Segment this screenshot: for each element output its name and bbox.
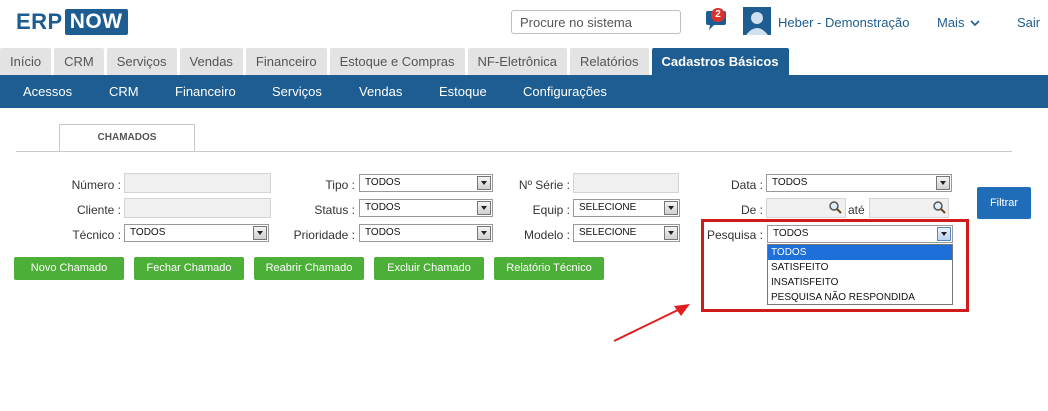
subnav-vendas[interactable]: Vendas (359, 84, 402, 99)
tecnico-label: Técnico : (72, 228, 121, 242)
dropdown-arrow-icon (664, 226, 678, 240)
tab-nf-eletronica[interactable]: NF-Eletrônica (467, 48, 567, 75)
serie-input[interactable] (573, 173, 679, 193)
cliente-label: Cliente : (76, 203, 121, 217)
tecnico-select[interactable]: TODOS (124, 224, 269, 242)
modelo-select[interactable]: SELECIONE (573, 224, 680, 242)
serie-label: Nº Série : (518, 178, 570, 192)
status-label: Status : (314, 203, 355, 217)
dropdown-arrow-icon (477, 176, 491, 190)
more-label: Mais (937, 15, 965, 30)
modelo-label: Modelo : (523, 228, 570, 242)
prioridade-select[interactable]: TODOS (359, 224, 493, 242)
prioridade-value: TODOS (365, 227, 401, 238)
subnav-acessos[interactable]: Acessos (23, 84, 72, 99)
logo-now: NOW (64, 9, 128, 35)
section-divider (16, 151, 1012, 152)
numero-input[interactable] (124, 173, 271, 193)
avatar[interactable] (743, 7, 771, 35)
dropdown-arrow-icon (477, 226, 491, 240)
data-label: Data : (730, 178, 763, 192)
delete-ticket-button[interactable]: Excluir Chamado (374, 257, 484, 280)
tab-estoque-compras[interactable]: Estoque e Compras (329, 48, 465, 75)
tab-servicos[interactable]: Serviços (106, 48, 177, 75)
tab-cadastros-basicos[interactable]: Cadastros Básicos (651, 48, 789, 75)
dropdown-arrow-icon (664, 201, 678, 215)
tab-financeiro[interactable]: Financeiro (245, 48, 327, 75)
tipo-label: Tipo : (325, 178, 355, 192)
data-value: TODOS (772, 177, 808, 188)
tecnico-value: TODOS (130, 227, 166, 238)
arrow-annotation-icon (613, 304, 690, 342)
equip-label: Equip : (532, 203, 570, 217)
tab-chamados[interactable]: CHAMADOS (59, 124, 195, 151)
dropdown-arrow-icon (936, 176, 950, 190)
tab-relatorios[interactable]: Relatórios (570, 48, 649, 75)
logo-erp: ERP (16, 9, 63, 34)
logo[interactable]: ERP NOW (16, 9, 128, 35)
search-input[interactable] (511, 10, 681, 34)
technical-report-button[interactable]: Relatório Técnico (494, 257, 604, 280)
tipo-value: TODOS (365, 177, 401, 188)
tab-vendas[interactable]: Vendas (179, 48, 243, 75)
status-value: TODOS (365, 202, 401, 213)
user-icon (746, 12, 768, 35)
numero-label: Número : (71, 178, 121, 192)
more-menu[interactable]: Mais (937, 15, 980, 30)
data-select[interactable]: TODOS (766, 174, 952, 192)
dropdown-arrow-icon (477, 201, 491, 215)
ate-label: até (848, 203, 865, 217)
chevron-down-icon (970, 20, 980, 27)
prioridade-label: Prioridade : (293, 228, 355, 242)
user-name[interactable]: Heber - Demonstração (778, 15, 910, 30)
tipo-select[interactable]: TODOS (359, 174, 493, 192)
subnav-estoque[interactable]: Estoque (439, 84, 487, 99)
reopen-ticket-button[interactable]: Reabrir Chamado (254, 257, 364, 280)
cliente-input[interactable] (124, 198, 271, 218)
logout-link[interactable]: Sair (1017, 15, 1040, 30)
calendar-search-icon[interactable] (932, 200, 946, 214)
subnav-configuracoes[interactable]: Configurações (523, 84, 607, 99)
subnav-servicos[interactable]: Serviços (272, 84, 322, 99)
tab-inicio[interactable]: Início (0, 48, 52, 75)
new-ticket-button[interactable]: Novo Chamado (14, 257, 124, 280)
subnav-financeiro[interactable]: Financeiro (175, 84, 236, 99)
dropdown-arrow-icon (253, 226, 267, 240)
close-ticket-button[interactable]: Fechar Chamado (134, 257, 244, 280)
subnav-crm[interactable]: CRM (109, 84, 139, 99)
calendar-search-icon[interactable] (828, 200, 842, 214)
tab-crm[interactable]: CRM (54, 48, 104, 75)
equip-value: SELECIONE (579, 202, 637, 213)
highlight-box (701, 219, 969, 312)
main-tabs: Início CRM Serviços Vendas Financeiro Es… (0, 48, 792, 75)
equip-select[interactable]: SELECIONE (573, 199, 680, 217)
status-select[interactable]: TODOS (359, 199, 493, 217)
notification-badge: 2 (711, 8, 725, 22)
modelo-value: SELECIONE (579, 227, 637, 238)
filter-button[interactable]: Filtrar (977, 187, 1031, 219)
sub-nav: Acessos CRM Financeiro Serviços Vendas E… (0, 75, 1048, 108)
de-label: De : (740, 203, 763, 217)
